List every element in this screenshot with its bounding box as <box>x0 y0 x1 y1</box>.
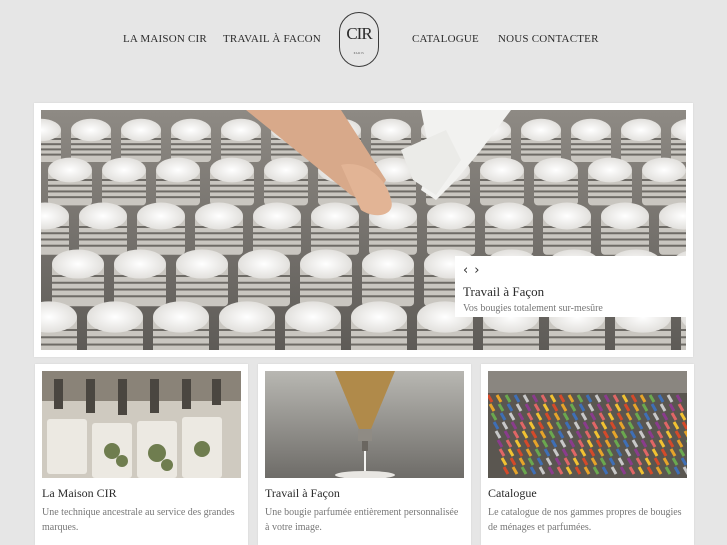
colored-candles-illustration <box>488 371 687 478</box>
hero-slider: ‹ › Travail à Façon Vos bougies totaleme… <box>34 103 693 357</box>
nav-link-la-maison-cir[interactable]: LA MAISON CIR <box>123 33 207 45</box>
filling-machine-illustration <box>42 371 241 478</box>
logo-mark: CIR <box>346 23 372 43</box>
card-la-maison-cir[interactable]: La Maison CIR Une technique ancestrale a… <box>35 364 248 545</box>
logo-subtext: PARIS <box>353 50 365 55</box>
slider-controls: ‹ › <box>463 263 678 277</box>
card-title[interactable]: La Maison CIR <box>42 486 117 501</box>
card-description: Une bougie parfumée entièrement personna… <box>265 507 459 533</box>
nav-link-nous-contacter[interactable]: NOUS CONTACTER <box>498 33 599 45</box>
card-description: Le catalogue de nos gammes propres de bo… <box>488 507 682 533</box>
nav-link-catalogue[interactable]: CATALOGUE <box>412 33 479 45</box>
card-description: Une technique ancestrale au service des … <box>42 507 235 533</box>
top-navigation: LA MAISON CIR TRAVAIL À FACON CIR PARIS … <box>0 0 727 82</box>
hero-caption: ‹ › Travail à Façon Vos bougies totaleme… <box>455 256 686 317</box>
card-image-travail <box>265 371 464 478</box>
cir-logo[interactable]: CIR PARIS <box>339 12 379 67</box>
nozzle-illustration <box>265 371 464 478</box>
card-image-catalogue <box>488 371 687 478</box>
card-title[interactable]: Catalogue <box>488 486 537 501</box>
hero-caption-title[interactable]: Travail à Façon <box>463 284 678 300</box>
card-catalogue[interactable]: Catalogue Le catalogue de nos gammes pro… <box>481 364 694 545</box>
chevron-left-icon[interactable]: ‹ <box>463 264 468 277</box>
hero-caption-subtitle: Vos bougies totalement sur-mesûre <box>463 303 603 314</box>
card-title[interactable]: Travail à Façon <box>265 486 340 501</box>
nav-link-travail-a-facon[interactable]: TRAVAIL À FACON <box>223 33 321 45</box>
card-image-maison <box>42 371 241 478</box>
card-travail-a-facon[interactable]: Travail à Façon Une bougie parfumée enti… <box>258 364 471 545</box>
chevron-right-icon[interactable]: › <box>474 264 479 277</box>
